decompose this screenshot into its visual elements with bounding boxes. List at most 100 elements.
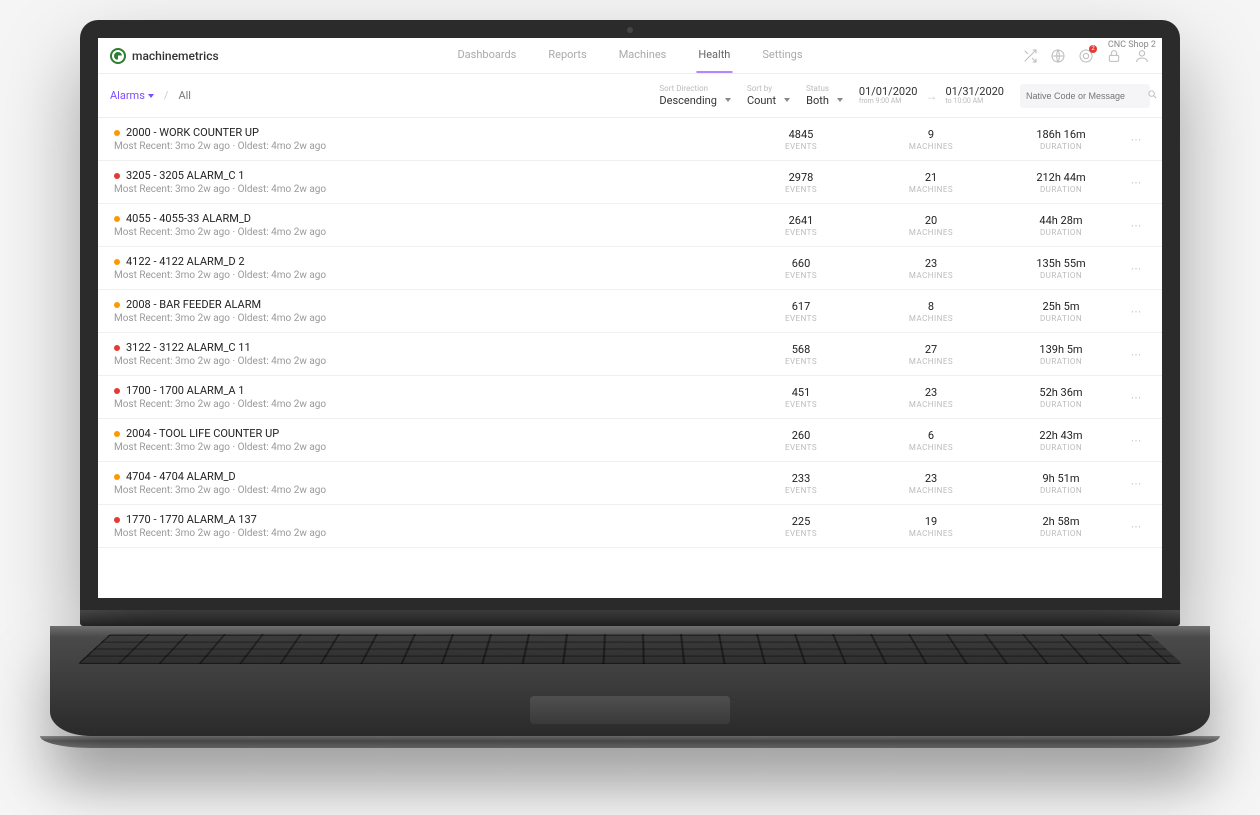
- metric-duration: 44h 28mDURATION: [996, 214, 1126, 237]
- alarm-row[interactable]: 2000 - WORK COUNTER UPMost Recent: 3mo 2…: [98, 118, 1162, 161]
- metric-duration-label: DURATION: [996, 400, 1126, 409]
- breadcrumb-alarms[interactable]: Alarms: [110, 89, 154, 102]
- nav-tab-reports[interactable]: Reports: [546, 38, 588, 73]
- severity-dot-icon: [114, 345, 120, 351]
- nav-tab-machines[interactable]: Machines: [617, 38, 669, 73]
- sort-by-select[interactable]: Sort by Count: [747, 84, 790, 107]
- row-more-icon[interactable]: ⋯: [1126, 348, 1146, 361]
- row-more-icon[interactable]: ⋯: [1126, 520, 1146, 533]
- metric-machines: 19MACHINES: [866, 515, 996, 538]
- metric-machines-value: 23: [866, 386, 996, 399]
- metric-events-value: 2978: [736, 171, 866, 184]
- metric-events: 260EVENTS: [736, 429, 866, 452]
- metric-events: 2641EVENTS: [736, 214, 866, 237]
- date-to[interactable]: 01/31/2020 to 10:00 AM: [945, 86, 1004, 106]
- search-box[interactable]: [1020, 84, 1150, 108]
- row-more-icon[interactable]: ⋯: [1126, 391, 1146, 404]
- trackpad: [530, 696, 730, 724]
- metric-duration-label: DURATION: [996, 271, 1126, 280]
- metric-events-label: EVENTS: [736, 314, 866, 323]
- filters-right: Sort Direction Descending Sort by Count: [659, 84, 1150, 108]
- date-range: 01/01/2020 from 9:00 AM → 01/31/2020 to …: [859, 86, 1004, 106]
- metric-machines-label: MACHINES: [866, 357, 996, 366]
- status-select[interactable]: Status Both: [806, 84, 843, 107]
- row-more-icon[interactable]: ⋯: [1126, 305, 1146, 318]
- severity-dot-icon: [114, 474, 120, 480]
- breadcrumb: Alarms / All: [110, 89, 191, 102]
- metric-events-value: 260: [736, 429, 866, 442]
- metric-machines-value: 6: [866, 429, 996, 442]
- metric-machines-value: 23: [866, 257, 996, 270]
- metric-machines-value: 23: [866, 472, 996, 485]
- metric-machines-label: MACHINES: [866, 486, 996, 495]
- metric-duration-label: DURATION: [996, 357, 1126, 366]
- shuffle-icon[interactable]: [1022, 48, 1038, 64]
- alarm-row[interactable]: 4122 - 4122 ALARM_D 2Most Recent: 3mo 2w…: [98, 247, 1162, 290]
- camera-dot: [627, 27, 633, 33]
- brand-text: machinemetrics: [132, 49, 219, 63]
- row-more-icon[interactable]: ⋯: [1126, 477, 1146, 490]
- metric-events: 225EVENTS: [736, 515, 866, 538]
- row-more-icon[interactable]: ⋯: [1126, 262, 1146, 275]
- metric-duration-value: 139h 5m: [996, 343, 1126, 356]
- row-more-icon[interactable]: ⋯: [1126, 434, 1146, 447]
- metric-events: 660EVENTS: [736, 257, 866, 280]
- alarm-row-info: 4704 - 4704 ALARM_DMost Recent: 3mo 2w a…: [114, 470, 736, 496]
- notification-icon[interactable]: 2: [1078, 48, 1094, 64]
- alarm-row-info: 4122 - 4122 ALARM_D 2Most Recent: 3mo 2w…: [114, 255, 736, 281]
- metric-events-value: 233: [736, 472, 866, 485]
- alarm-subline: Most Recent: 3mo 2w ago · Oldest: 4mo 2w…: [114, 141, 736, 152]
- severity-dot-icon: [114, 431, 120, 437]
- breadcrumb-separator: /: [164, 89, 169, 102]
- laptop-front-edge: [40, 736, 1220, 748]
- metric-events-label: EVENTS: [736, 529, 866, 538]
- alarm-title: 2004 - TOOL LIFE COUNTER UP: [126, 427, 279, 440]
- alarm-row[interactable]: 4055 - 4055-33 ALARM_DMost Recent: 3mo 2…: [98, 204, 1162, 247]
- search-input[interactable]: [1026, 91, 1143, 101]
- nav-tab-dashboards[interactable]: Dashboards: [455, 38, 518, 73]
- metric-duration-value: 2h 58m: [996, 515, 1126, 528]
- alarm-row[interactable]: 3122 - 3122 ALARM_C 11Most Recent: 3mo 2…: [98, 333, 1162, 376]
- alarm-row[interactable]: 1700 - 1700 ALARM_A 1Most Recent: 3mo 2w…: [98, 376, 1162, 419]
- metric-machines: 9MACHINES: [866, 128, 996, 151]
- row-more-icon[interactable]: ⋯: [1126, 133, 1146, 146]
- laptop-base: [50, 626, 1210, 736]
- row-more-icon[interactable]: ⋯: [1126, 176, 1146, 189]
- metric-duration-label: DURATION: [996, 228, 1126, 237]
- nav-tab-health[interactable]: Health: [696, 38, 732, 73]
- metric-events: 568EVENTS: [736, 343, 866, 366]
- globe-icon[interactable]: [1050, 48, 1066, 64]
- nav-tab-settings[interactable]: Settings: [760, 38, 804, 73]
- severity-dot-icon: [114, 302, 120, 308]
- metric-events: 4845EVENTS: [736, 128, 866, 151]
- alarm-row[interactable]: 3205 - 3205 ALARM_C 1Most Recent: 3mo 2w…: [98, 161, 1162, 204]
- alarm-row-info: 2008 - BAR FEEDER ALARMMost Recent: 3mo …: [114, 298, 736, 324]
- status-value: Both: [806, 94, 829, 107]
- alarm-row[interactable]: 1770 - 1770 ALARM_A 137Most Recent: 3mo …: [98, 505, 1162, 548]
- metric-duration: 186h 16mDURATION: [996, 128, 1126, 151]
- metric-duration: 52h 36mDURATION: [996, 386, 1126, 409]
- brand[interactable]: machinemetrics: [110, 48, 219, 64]
- metric-machines-label: MACHINES: [866, 142, 996, 151]
- chevron-down-icon: [725, 98, 731, 102]
- laptop-frame: CNC Shop 2 machinemetrics DashboardsRepo…: [80, 20, 1180, 748]
- sort-direction-select[interactable]: Sort Direction Descending: [659, 84, 731, 107]
- date-from-value: 01/01/2020: [859, 86, 918, 98]
- user-icon[interactable]: [1134, 48, 1150, 64]
- metric-machines-label: MACHINES: [866, 314, 996, 323]
- severity-dot-icon: [114, 259, 120, 265]
- metric-events: 617EVENTS: [736, 300, 866, 323]
- alarm-row-info: 1700 - 1700 ALARM_A 1Most Recent: 3mo 2w…: [114, 384, 736, 410]
- row-more-icon[interactable]: ⋯: [1126, 219, 1146, 232]
- metric-events-label: EVENTS: [736, 142, 866, 151]
- alarm-row[interactable]: 2004 - TOOL LIFE COUNTER UPMost Recent: …: [98, 419, 1162, 462]
- lock-icon[interactable]: [1106, 48, 1122, 64]
- date-from[interactable]: 01/01/2020 from 9:00 AM: [859, 86, 918, 106]
- alarm-row[interactable]: 2008 - BAR FEEDER ALARMMost Recent: 3mo …: [98, 290, 1162, 333]
- metric-events-value: 660: [736, 257, 866, 270]
- alarm-row[interactable]: 4704 - 4704 ALARM_DMost Recent: 3mo 2w a…: [98, 462, 1162, 505]
- severity-dot-icon: [114, 173, 120, 179]
- alarm-row-info: 3122 - 3122 ALARM_C 11Most Recent: 3mo 2…: [114, 341, 736, 367]
- severity-dot-icon: [114, 388, 120, 394]
- metric-machines-value: 8: [866, 300, 996, 313]
